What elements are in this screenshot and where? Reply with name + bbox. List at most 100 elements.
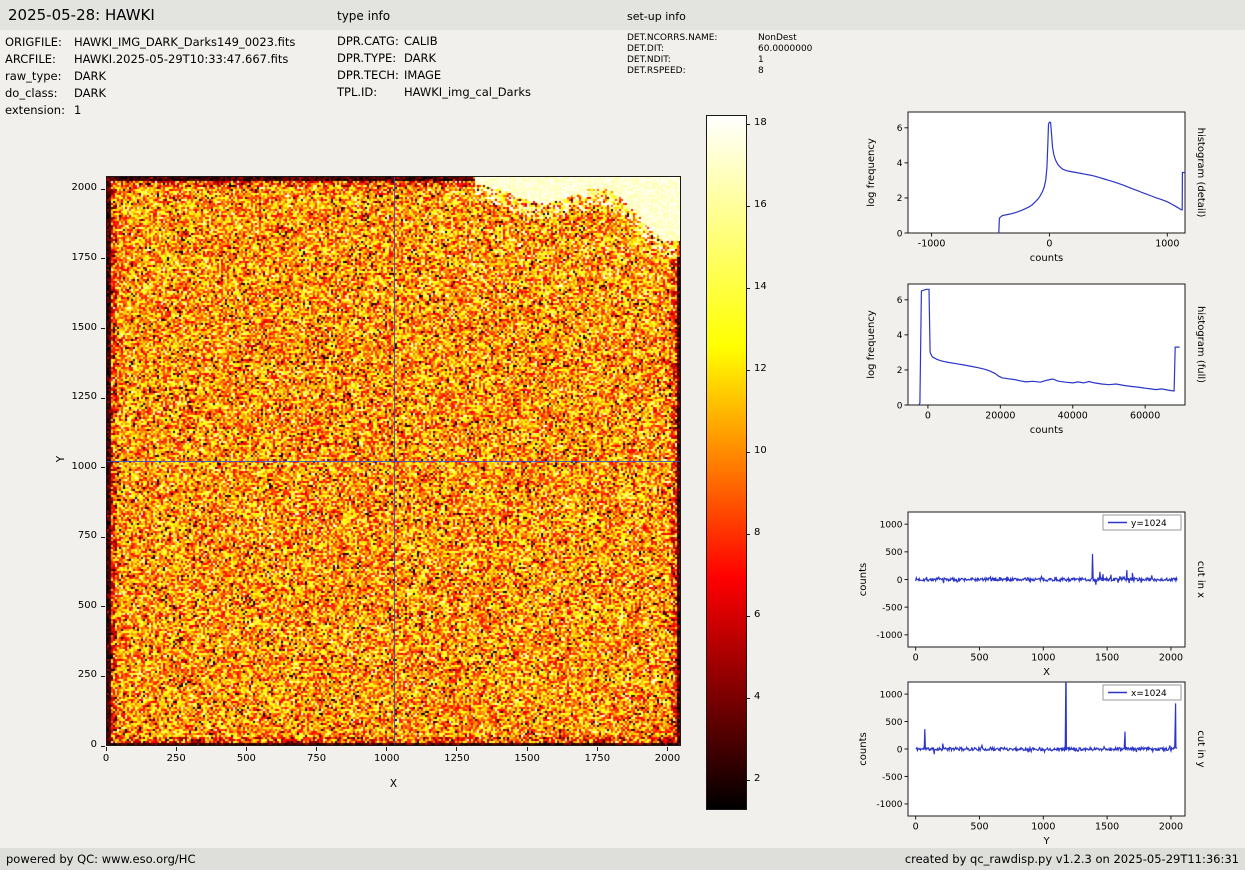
svg-text:2000: 2000 bbox=[1159, 653, 1183, 664]
meta-row-dpr-tech: DPR.TECH: IMAGE bbox=[337, 68, 441, 82]
footer-created-by: created by qc_rawdisp.py v1.2.3 on 2025-… bbox=[904, 852, 1239, 866]
y-tick bbox=[101, 188, 105, 190]
x-tick bbox=[667, 747, 669, 751]
y-tick-label: 250 bbox=[77, 669, 97, 681]
svg-text:Y: Y bbox=[1042, 836, 1050, 847]
svg-text:histogram (full): histogram (full) bbox=[1195, 306, 1206, 383]
svg-text:y=1024: y=1024 bbox=[1131, 519, 1167, 529]
svg-text:2000: 2000 bbox=[1159, 822, 1183, 833]
x-tick-label: 250 bbox=[166, 753, 186, 764]
dark-frame-image bbox=[106, 176, 681, 746]
meta-row-rspeed: DET.RSPEED: 8 bbox=[627, 66, 764, 76]
y-tick-label: 0 bbox=[90, 739, 97, 750]
svg-text:counts: counts bbox=[858, 563, 869, 596]
colorbar-tick bbox=[747, 615, 750, 617]
meta-row-doclass: do_class: DARK bbox=[5, 86, 106, 100]
colorbar-tick bbox=[747, 451, 750, 453]
colorbar-tick bbox=[747, 369, 750, 371]
x-tick bbox=[175, 747, 177, 751]
meta-value: DARK bbox=[404, 51, 437, 65]
meta-row-tpl-id: TPL.ID: HAWKI_img_cal_Darks bbox=[337, 85, 531, 99]
x-tick bbox=[456, 747, 458, 751]
meta-row-dit: DET.DIT: 60.0000000 bbox=[627, 44, 812, 54]
meta-value: 1 bbox=[74, 103, 82, 117]
meta-row-ndit: DET.NDIT: 1 bbox=[627, 55, 764, 65]
y-tick-label: 500 bbox=[77, 599, 97, 611]
x-tick bbox=[245, 747, 247, 751]
svg-text:log frequency: log frequency bbox=[866, 138, 877, 207]
x-tick-label: 0 bbox=[102, 753, 110, 764]
colorbar-tick bbox=[747, 697, 750, 699]
svg-text:0: 0 bbox=[897, 576, 903, 586]
meta-label: DPR.TYPE: bbox=[337, 51, 397, 65]
svg-text:60000: 60000 bbox=[1130, 411, 1160, 422]
svg-text:1500: 1500 bbox=[1095, 822, 1119, 833]
x-tick-label: 500 bbox=[236, 753, 256, 764]
meta-row-dpr-type: DPR.TYPE: DARK bbox=[337, 51, 436, 65]
y-tick bbox=[101, 397, 105, 399]
meta-label: DET.NCORRS.NAME: bbox=[627, 33, 718, 43]
footer-bar: powered by QC: www.eso.org/HC created by… bbox=[0, 848, 1245, 870]
svg-text:-1000: -1000 bbox=[918, 239, 946, 250]
x-tick-label: 750 bbox=[307, 753, 327, 764]
x-tick-label: 1750 bbox=[584, 753, 611, 764]
histogram-full-chart: 0 20000 40000 60000 0 2 4 6 counts log frequency h… bbox=[858, 275, 1244, 454]
meta-label: extension: bbox=[5, 103, 65, 117]
meta-label: ARCFILE: bbox=[5, 52, 56, 66]
colorbar-tick-label: 10 bbox=[754, 445, 767, 457]
y-tick bbox=[101, 606, 105, 608]
svg-text:0: 0 bbox=[897, 401, 903, 411]
y-tick-label: 1250 bbox=[71, 391, 97, 403]
meta-value: HAWKI.2025-05-29T10:33:47.667.fits bbox=[74, 52, 289, 66]
cut-y-svg: 0 500 1000 1500 2000 -1000 -500 0 500 1000 Ycounts… bbox=[858, 681, 1206, 847]
footer-powered-by: powered by QC: www.eso.org/HC bbox=[6, 852, 196, 866]
colorbar-tick-label: 18 bbox=[754, 117, 767, 129]
svg-text:0: 0 bbox=[925, 411, 931, 422]
meta-value: HAWKI_img_cal_Darks bbox=[404, 85, 531, 99]
svg-text:1500: 1500 bbox=[1095, 653, 1119, 664]
meta-label: do_class: bbox=[5, 86, 58, 100]
y-tick-label: 1000 bbox=[71, 460, 97, 472]
svg-text:-500: -500 bbox=[882, 603, 903, 613]
meta-row-rawtype: raw_type: DARK bbox=[5, 69, 106, 83]
svg-text:counts: counts bbox=[858, 732, 869, 765]
meta-value: DARK bbox=[74, 86, 107, 100]
colorbar-tick-label: 4 bbox=[754, 691, 761, 703]
dark-frame-axes: 0 250 500 750 1000 1250 1500 1750 2000 0 250 500 750… bbox=[40, 160, 820, 840]
svg-text:500: 500 bbox=[885, 718, 902, 728]
x-tick-label: 1250 bbox=[444, 753, 470, 764]
y-tick-label: 1500 bbox=[71, 321, 97, 333]
meta-value: 8 bbox=[758, 66, 764, 76]
y-tick bbox=[101, 467, 105, 469]
svg-text:histogram (detail): histogram (detail) bbox=[1195, 128, 1206, 218]
meta-row-dpr-catg: DPR.CATG: CALIB bbox=[337, 34, 438, 48]
y-tick-label: 2000 bbox=[71, 182, 97, 194]
meta-row-ncorrs: DET.NCORRS.NAME: NonDest bbox=[627, 33, 797, 43]
meta-label: TPL.ID: bbox=[337, 85, 378, 99]
svg-text:-1000: -1000 bbox=[876, 800, 902, 810]
x-tick bbox=[526, 747, 528, 751]
cut-in-y-chart: 0 500 1000 1500 2000 -1000 -500 0 500 1000 Ycounts… bbox=[858, 677, 1244, 856]
colorbar-tick-label: 12 bbox=[754, 363, 767, 375]
qc-report-page: 2025-05-28: HAWKI type info set-up info … bbox=[0, 0, 1245, 870]
colorbar: 18 16 14 12 10 8 6 4 2 bbox=[706, 115, 816, 825]
meta-value: 1 bbox=[758, 55, 764, 65]
y-tick bbox=[101, 675, 105, 677]
svg-text:cut in x: cut in x bbox=[1195, 561, 1206, 598]
colorbar-tick-label: 14 bbox=[754, 281, 767, 293]
hist-full-svg: 0 20000 40000 60000 0 2 4 6 counts log frequency h… bbox=[866, 283, 1206, 436]
svg-text:x=1024: x=1024 bbox=[1131, 689, 1167, 699]
title-bar: 2025-05-28: HAWKI type info set-up info bbox=[0, 0, 1245, 30]
svg-text:counts: counts bbox=[1030, 425, 1063, 436]
svg-text:4: 4 bbox=[897, 331, 903, 341]
x-tick bbox=[105, 747, 107, 751]
svg-text:6: 6 bbox=[897, 124, 903, 134]
y-tick bbox=[101, 328, 105, 330]
svg-text:500: 500 bbox=[970, 822, 988, 833]
colorbar-tick bbox=[747, 205, 750, 207]
x-tick-label: 1500 bbox=[514, 753, 540, 764]
svg-text:500: 500 bbox=[885, 548, 902, 558]
meta-label: DET.RSPEED: bbox=[627, 66, 686, 76]
colorbar-tick bbox=[747, 533, 750, 535]
y-tick-label: 750 bbox=[77, 530, 97, 542]
